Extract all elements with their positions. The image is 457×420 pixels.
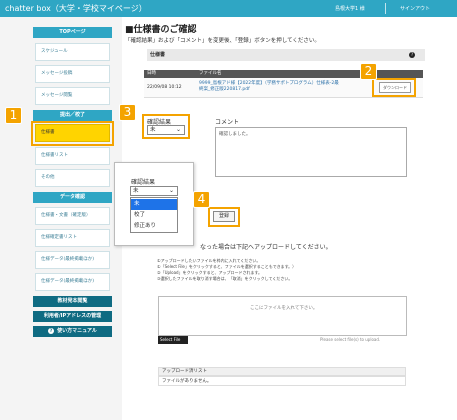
row-date: 22/09/08 10:12 xyxy=(147,85,182,90)
sidebar-item-other[interactable]: その他 xyxy=(35,169,110,187)
step-badge-3: 3 xyxy=(119,104,136,121)
sidebar-section-submit[interactable]: 提出／校了 xyxy=(33,110,112,121)
page-description: 「確認結果」および「コメント」を変更後、「登録」ボタンを押してください。 xyxy=(125,38,320,44)
column-date: 日時 xyxy=(147,71,156,76)
upload-description: なった場合は下記へアップロードしてください。 xyxy=(200,244,332,251)
comment-label: コメント xyxy=(215,119,240,126)
divider xyxy=(385,3,386,14)
select-file-hint: Please select file(s) to upload. xyxy=(320,337,381,342)
row-filename-link[interactable]: 9999_島根アド様【2022年度】（学務サポトプログラム）仕様表-2最終案_修… xyxy=(199,81,339,93)
upload-notes: ①アップロードしたいファイルを枠内に入れてください。 ①「Select File… xyxy=(157,258,296,282)
sidebar-section-data[interactable]: データ確認 xyxy=(33,192,112,203)
help-icon[interactable]: ? xyxy=(409,52,415,58)
page-title: ■仕様書のご確認 xyxy=(125,25,197,35)
step-badge-4: 4 xyxy=(193,191,210,208)
dropzone-text: ここにファイルを入れて下さい。 xyxy=(250,306,318,311)
option-needs-fix[interactable]: 修正あり xyxy=(131,221,177,232)
brand-title: chatter box（大学・学校マイページ） xyxy=(5,4,147,13)
highlight-box-2 xyxy=(372,78,416,97)
table-header: 日時 ファイル名 xyxy=(144,70,423,78)
highlight-box-4 xyxy=(208,207,240,227)
comment-textarea[interactable]: 確認しました。 xyxy=(215,127,407,177)
logout-link[interactable]: サインアウト xyxy=(400,5,430,12)
highlight-box-3 xyxy=(142,114,190,139)
note-line: ③選択したファイルを取り消す場合は、「取消」をクリックしてください。 xyxy=(157,276,293,281)
step-badge-1: 1 xyxy=(5,107,22,124)
panel-header: 仕様書 xyxy=(147,49,425,61)
user-name: 島根大学1 様 xyxy=(335,6,365,12)
sidebar-item-schedule[interactable]: スケジュール xyxy=(35,43,110,61)
sidebar-item-spec-list[interactable]: 仕様書リスト xyxy=(35,147,110,165)
select-file-button[interactable]: Select File xyxy=(158,336,188,344)
sidebar-item-final-list[interactable]: 仕様確定書リスト xyxy=(35,229,110,247)
file-dropzone[interactable] xyxy=(158,296,407,336)
status-open-value: 未 xyxy=(133,188,139,194)
sidebar-item-message-post[interactable]: メッセージ投稿 xyxy=(35,65,110,83)
option-approved[interactable]: 校了 xyxy=(131,210,177,221)
sidebar-item-final-data-1[interactable]: 仕様データ(最終掲載ほか) xyxy=(35,251,110,269)
sidebar-item-users-ip[interactable]: 利用者/IPアドレスの管理 xyxy=(33,311,112,322)
status-select-open[interactable]: 未 ⌄ xyxy=(130,186,178,196)
manual-label: 使い方マニュアル xyxy=(57,328,97,334)
uploaded-list-empty: ファイルがありません。 xyxy=(158,376,406,386)
highlight-box-1 xyxy=(31,121,114,146)
uploaded-list-header: アップロード済リスト xyxy=(158,367,406,376)
sidebar-section-top[interactable]: TOPページ xyxy=(33,27,112,38)
top-bar: chatter box（大学・学校マイページ） 島根大学1 様 サインアウト xyxy=(0,0,457,17)
option-pending[interactable]: 未 xyxy=(131,199,177,210)
popover-status-label: 確認結果 xyxy=(131,179,156,186)
sidebar-item-final-data-2[interactable]: 仕様データ(最終掲載ほか) xyxy=(35,273,110,291)
chevron-down-icon: ⌄ xyxy=(168,187,174,194)
status-options-list: 未 校了 修正あり xyxy=(130,197,178,233)
sidebar-item-final-doc[interactable]: 仕様書・文書（確定版） xyxy=(35,207,110,225)
sidebar-item-message-view[interactable]: メッセージ閲覧 xyxy=(35,87,110,105)
sidebar-item-manual[interactable]: ? 使い方マニュアル xyxy=(33,326,112,337)
column-filename: ファイル名 xyxy=(199,71,222,76)
question-icon: ? xyxy=(48,328,55,334)
sidebar-item-materials[interactable]: 教材発本閲覧 xyxy=(33,296,112,307)
step-badge-2: 2 xyxy=(360,63,377,80)
